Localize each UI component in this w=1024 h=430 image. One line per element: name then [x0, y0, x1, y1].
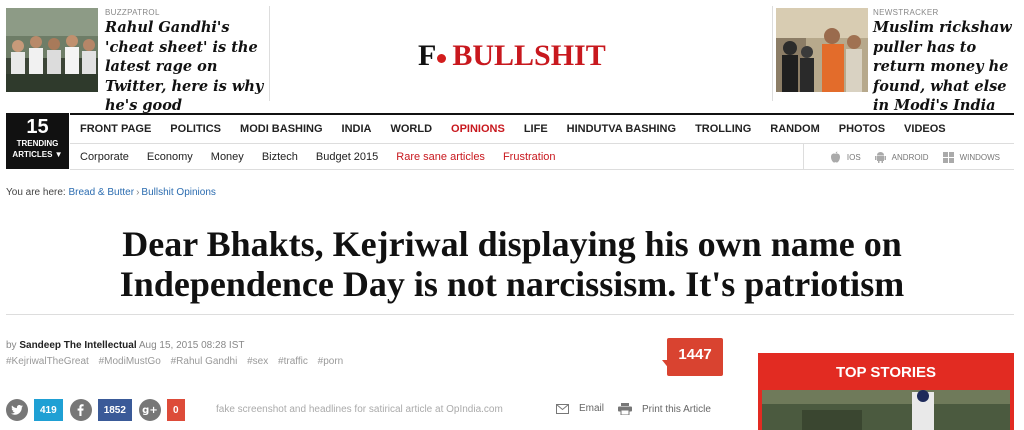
subnav-budget-2015[interactable]: Budget 2015 — [316, 151, 378, 163]
tag-link[interactable]: #traffic — [278, 356, 308, 367]
trending-articles-button[interactable]: 15 TRENDING ARTICLES ▼ — [6, 113, 69, 169]
email-label: Email — [579, 403, 605, 414]
app-windows-link[interactable]: WINDOWS — [942, 151, 1000, 163]
subnav-rare-sane-articles[interactable]: Rare sane articles — [396, 151, 485, 163]
tag-link[interactable]: #KejriwalTheGreat — [6, 356, 89, 367]
envelope-icon — [556, 403, 569, 414]
app-links: IOS ANDROID WINDOWS — [802, 144, 1000, 170]
promo-left-image[interactable] — [6, 8, 98, 92]
google-plus-share-count[interactable]: 0 — [166, 399, 185, 421]
nav-india[interactable]: INDIA — [342, 123, 372, 135]
app-windows-label: WINDOWS — [959, 152, 1000, 162]
top-stories-panel: TOP STORIES — [758, 353, 1014, 430]
breadcrumb: You are here: Bread & Butter › Bullshit Op… — [6, 187, 216, 198]
comment-count-badge[interactable]: 1447 — [667, 338, 723, 376]
nav-modi-bashing[interactable]: MODI BASHING — [240, 123, 323, 135]
promo-left-title[interactable]: Rahul Gandhi's 'cheat sheet' is the late… — [105, 18, 265, 116]
promo-left[interactable]: BUZZPATROL Rahul Gandhi's 'cheat sheet' … — [6, 6, 270, 114]
subnav-economy[interactable]: Economy — [147, 151, 193, 163]
android-icon — [874, 152, 886, 163]
nav-front-page[interactable]: FRONT PAGE — [80, 123, 151, 135]
app-android-label: ANDROID — [891, 152, 929, 162]
article-byline: by Sandeep The Intellectual Aug 15, 2015… — [6, 340, 244, 351]
google-plus-icon[interactable]: g+ — [138, 399, 161, 421]
windows-icon — [942, 151, 954, 163]
logo-letter: F — [418, 39, 437, 72]
tag-link[interactable]: #Rahul Gandhi — [171, 356, 238, 367]
nav-videos[interactable]: VIDEOS — [904, 123, 946, 135]
top-stories-title: TOP STORIES — [835, 364, 937, 381]
trending-label-line1: TRENDING — [16, 139, 59, 148]
article-date: Aug 15, 2015 08:28 IST — [138, 340, 245, 351]
share-bar: 419 1852 g+ 0 — [6, 399, 192, 421]
nav-random[interactable]: RANDOM — [770, 123, 820, 135]
promo-right-title[interactable]: Muslim rickshaw puller has to return mon… — [873, 18, 1023, 116]
print-article-link[interactable]: Print this Article — [618, 403, 711, 415]
subnav-money[interactable]: Money — [211, 151, 244, 163]
print-label: Print this Article — [642, 403, 711, 415]
promo-right[interactable]: NEWSTRACKER Muslim rickshaw puller has t… — [772, 6, 1024, 114]
nav-world[interactable]: WORLD — [390, 123, 432, 135]
byline-prefix: by — [6, 340, 17, 351]
tag-link[interactable]: #ModiMustGo — [99, 356, 161, 367]
trending-count: 15 — [26, 116, 49, 138]
breadcrumb-bread-butter[interactable]: Bread & Butter — [68, 187, 134, 198]
printer-icon — [618, 403, 632, 415]
secondary-nav: Corporate Economy Money Biztech Budget 2… — [70, 144, 1014, 170]
breadcrumb-prefix: You are here: — [6, 187, 66, 198]
promo-right-image[interactable] — [776, 8, 868, 92]
article-headline: Dear Bhakts, Kejriwal displaying his own… — [119, 224, 905, 304]
app-ios-link[interactable]: IOS — [830, 151, 861, 163]
app-android-link[interactable]: ANDROID — [874, 151, 929, 163]
tag-link[interactable]: #sex — [247, 356, 268, 367]
primary-nav: FRONT PAGE POLITICS MODI BASHING INDIA W… — [70, 113, 1014, 144]
twitter-icon[interactable] — [6, 399, 28, 421]
apple-icon — [830, 151, 840, 163]
facebook-share-count[interactable]: 1852 — [97, 399, 132, 421]
satire-disclaimer: fake screenshot and headlines for satiri… — [216, 404, 503, 415]
nav-opinions[interactable]: OPINIONS — [451, 123, 505, 135]
breadcrumb-separator: › — [136, 187, 140, 198]
nav-politics[interactable]: POLITICS — [170, 123, 221, 135]
logo-dot — [437, 54, 447, 63]
facebook-icon[interactable] — [69, 399, 92, 421]
email-article-link[interactable]: Email — [556, 403, 604, 414]
twitter-share-count[interactable]: 419 — [34, 399, 63, 421]
subnav-frustration[interactable]: Frustration — [503, 151, 556, 163]
app-ios-label: IOS — [846, 152, 861, 162]
caret-down-icon: ▼ — [54, 150, 63, 159]
promo-left-kicker[interactable]: BUZZPATROL — [105, 8, 265, 17]
top-story-image[interactable] — [762, 390, 1010, 430]
nav-photos[interactable]: PHOTOS — [839, 123, 885, 135]
tag-link[interactable]: #porn — [318, 356, 344, 367]
nav-life[interactable]: LIFE — [524, 123, 548, 135]
author-link[interactable]: Sandeep The Intellectual — [19, 340, 136, 351]
logo-word: BULLSHIT — [452, 39, 606, 72]
breadcrumb-bullshit-opinions[interactable]: Bullshit Opinions — [141, 187, 215, 198]
subnav-corporate[interactable]: Corporate — [80, 151, 129, 163]
nav-hindutva-bashing[interactable]: HINDUTVA BASHING — [567, 123, 676, 135]
nav-trolling[interactable]: TROLLING — [695, 123, 751, 135]
trending-label-line2: ARTICLES ▼ — [12, 150, 63, 159]
subnav-biztech[interactable]: Biztech — [262, 151, 298, 163]
article-tags: #KejriwalTheGreat #ModiMustGo #Rahul Gan… — [6, 356, 350, 367]
headline-divider — [6, 314, 1014, 315]
site-logo[interactable]: F BULLSHIT — [418, 40, 606, 72]
promo-right-kicker[interactable]: NEWSTRACKER — [873, 8, 1023, 17]
